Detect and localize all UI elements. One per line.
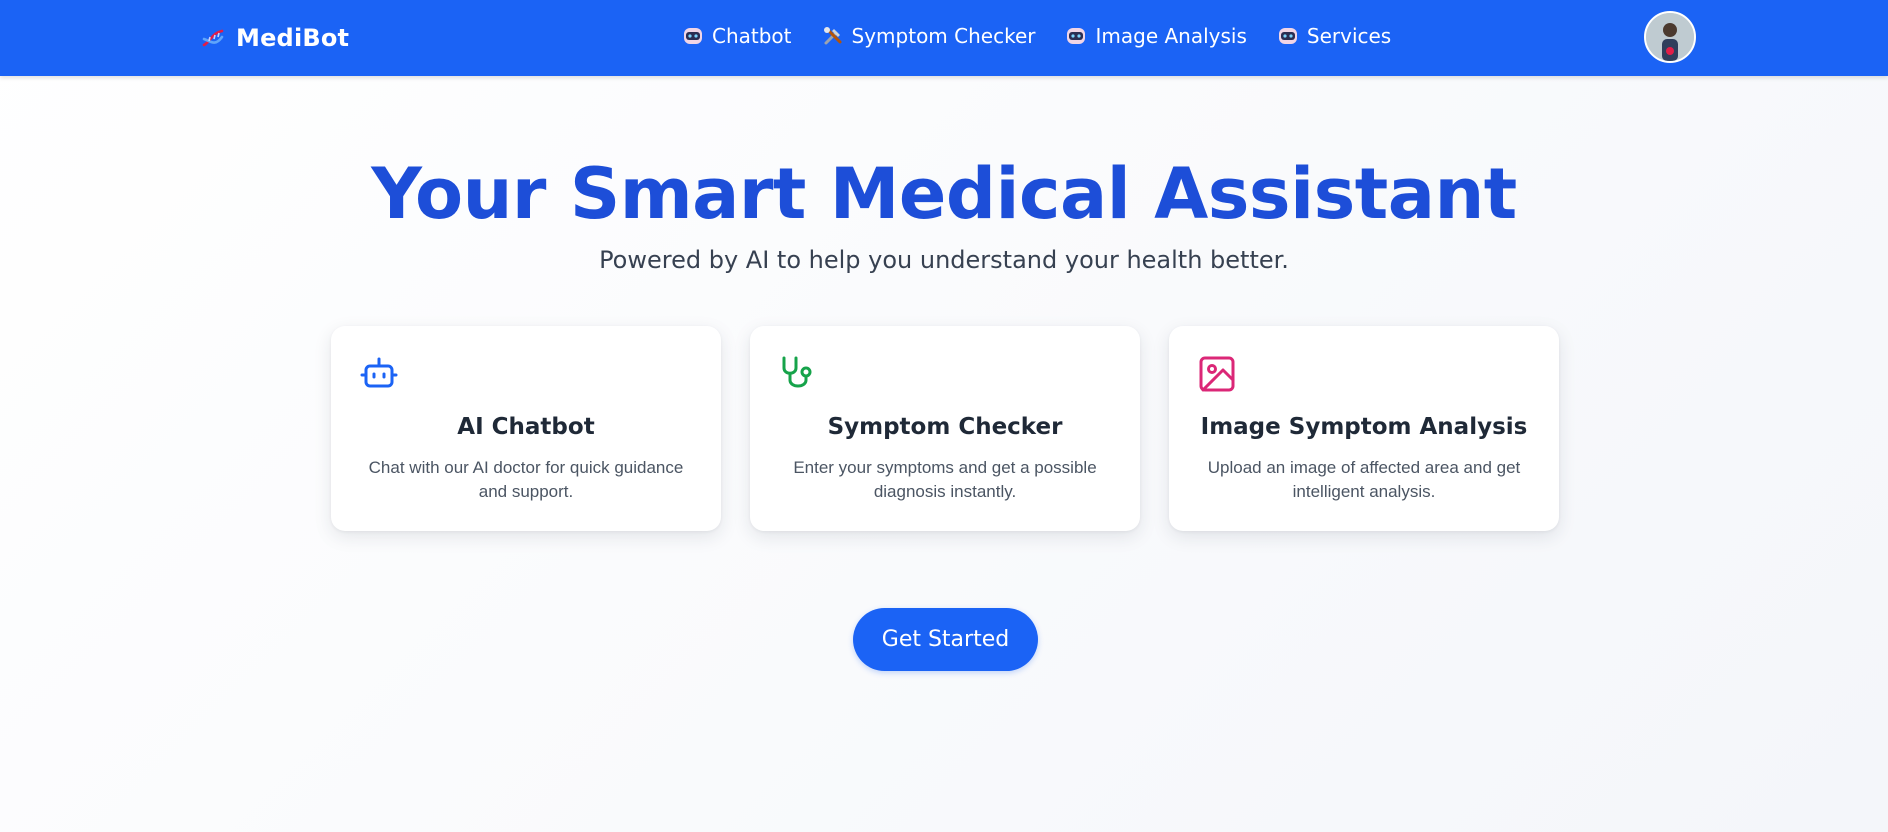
robot-face-icon bbox=[1067, 28, 1086, 44]
nav-link-services[interactable]: Services bbox=[1277, 24, 1391, 48]
brand-logo[interactable]: MediBot bbox=[200, 22, 349, 54]
brand-name: MediBot bbox=[236, 24, 350, 52]
nav-link-label: Chatbot bbox=[712, 24, 792, 48]
card-title: Symptom Checker bbox=[827, 414, 1063, 440]
nav-link-label: Symptom Checker bbox=[851, 24, 1036, 48]
bot-icon bbox=[360, 357, 398, 388]
navbar: MediBot Chatbot Symptom Checker Image An… bbox=[0, 0, 1888, 76]
robot-face-icon bbox=[684, 28, 702, 44]
card-description: Chat with our AI doctor for quick guidan… bbox=[368, 458, 684, 501]
user-avatar[interactable] bbox=[1644, 11, 1696, 63]
dna-icon bbox=[202, 29, 224, 47]
card-title: AI Chatbot bbox=[457, 414, 595, 440]
get-started-button[interactable]: Get Started bbox=[853, 608, 1038, 671]
nav-link-label: Image Analysis bbox=[1095, 24, 1247, 48]
nav-links: Chatbot Symptom Checker Image Analysis S… bbox=[682, 24, 1391, 48]
feature-card-image-analysis[interactable]: Image Symptom Analysis Upload an image o… bbox=[1169, 326, 1559, 531]
nav-link-symptom-checker[interactable]: Symptom Checker bbox=[822, 24, 1036, 48]
hero-title: Your Smart Medical Assistant bbox=[371, 153, 1517, 235]
nav-link-label: Services bbox=[1306, 24, 1392, 48]
card-description: Upload an image of affected area and get… bbox=[1207, 458, 1521, 501]
nav-link-chatbot[interactable]: Chatbot bbox=[682, 24, 792, 48]
nav-link-image-analysis[interactable]: Image Analysis bbox=[1065, 24, 1247, 48]
image-icon bbox=[1199, 356, 1235, 392]
user-avatar-icon bbox=[1646, 13, 1694, 61]
robot-face-icon bbox=[1278, 28, 1297, 44]
feature-card-symptom-checker[interactable]: Symptom Checker Enter your symptoms and … bbox=[750, 326, 1140, 531]
feature-card-ai-chatbot[interactable]: AI Chatbot Chat with our AI doctor for q… bbox=[331, 326, 721, 531]
stethoscope-icon bbox=[782, 356, 812, 388]
hero-subtitle: Powered by AI to help you understand you… bbox=[599, 246, 1289, 274]
tools-icon bbox=[823, 27, 842, 45]
card-description: Enter your symptoms and get a possible d… bbox=[793, 458, 1097, 501]
card-title: Image Symptom Analysis bbox=[1200, 414, 1528, 440]
